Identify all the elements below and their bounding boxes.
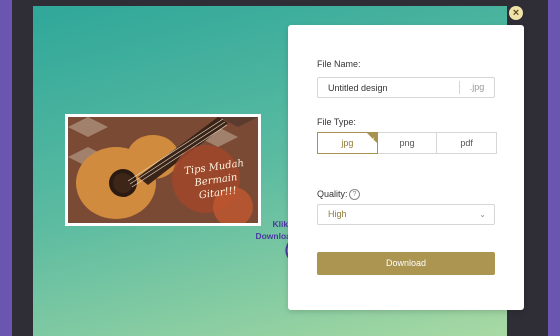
file-type-pdf-label: pdf xyxy=(460,138,473,148)
help-circle-icon[interactable]: ? xyxy=(349,189,360,200)
download-button[interactable]: Download xyxy=(317,252,495,275)
file-type-label: File Type: xyxy=(317,117,356,127)
file-name-field[interactable]: .jpg xyxy=(317,77,495,98)
file-name-input[interactable] xyxy=(318,78,478,97)
design-preview: Tips Mudah Bermain Gitar!!! xyxy=(65,114,261,226)
file-extension: .jpg xyxy=(459,81,494,94)
file-type-selector: jpg ✓ png pdf xyxy=(317,132,498,154)
download-panel: File Name: .jpg File Type: jpg ✓ png pdf… xyxy=(288,25,524,310)
quality-dropdown[interactable]: High ⌄ xyxy=(317,204,495,225)
file-name-label: File Name: xyxy=(317,59,361,69)
quality-label: Quality: xyxy=(317,189,348,199)
file-type-png-label: png xyxy=(399,138,415,148)
preview-image: Tips Mudah Bermain Gitar!!! xyxy=(68,117,258,223)
file-type-pdf[interactable]: pdf xyxy=(436,132,498,154)
file-type-png[interactable]: png xyxy=(376,132,438,154)
chevron-down-icon: ⌄ xyxy=(479,210,486,219)
file-type-jpg[interactable]: jpg ✓ xyxy=(317,132,378,154)
close-icon[interactable]: × xyxy=(509,6,523,20)
quality-value: High xyxy=(328,209,347,219)
file-type-jpg-label: jpg xyxy=(341,138,354,148)
check-mark: ✓ xyxy=(369,137,376,144)
